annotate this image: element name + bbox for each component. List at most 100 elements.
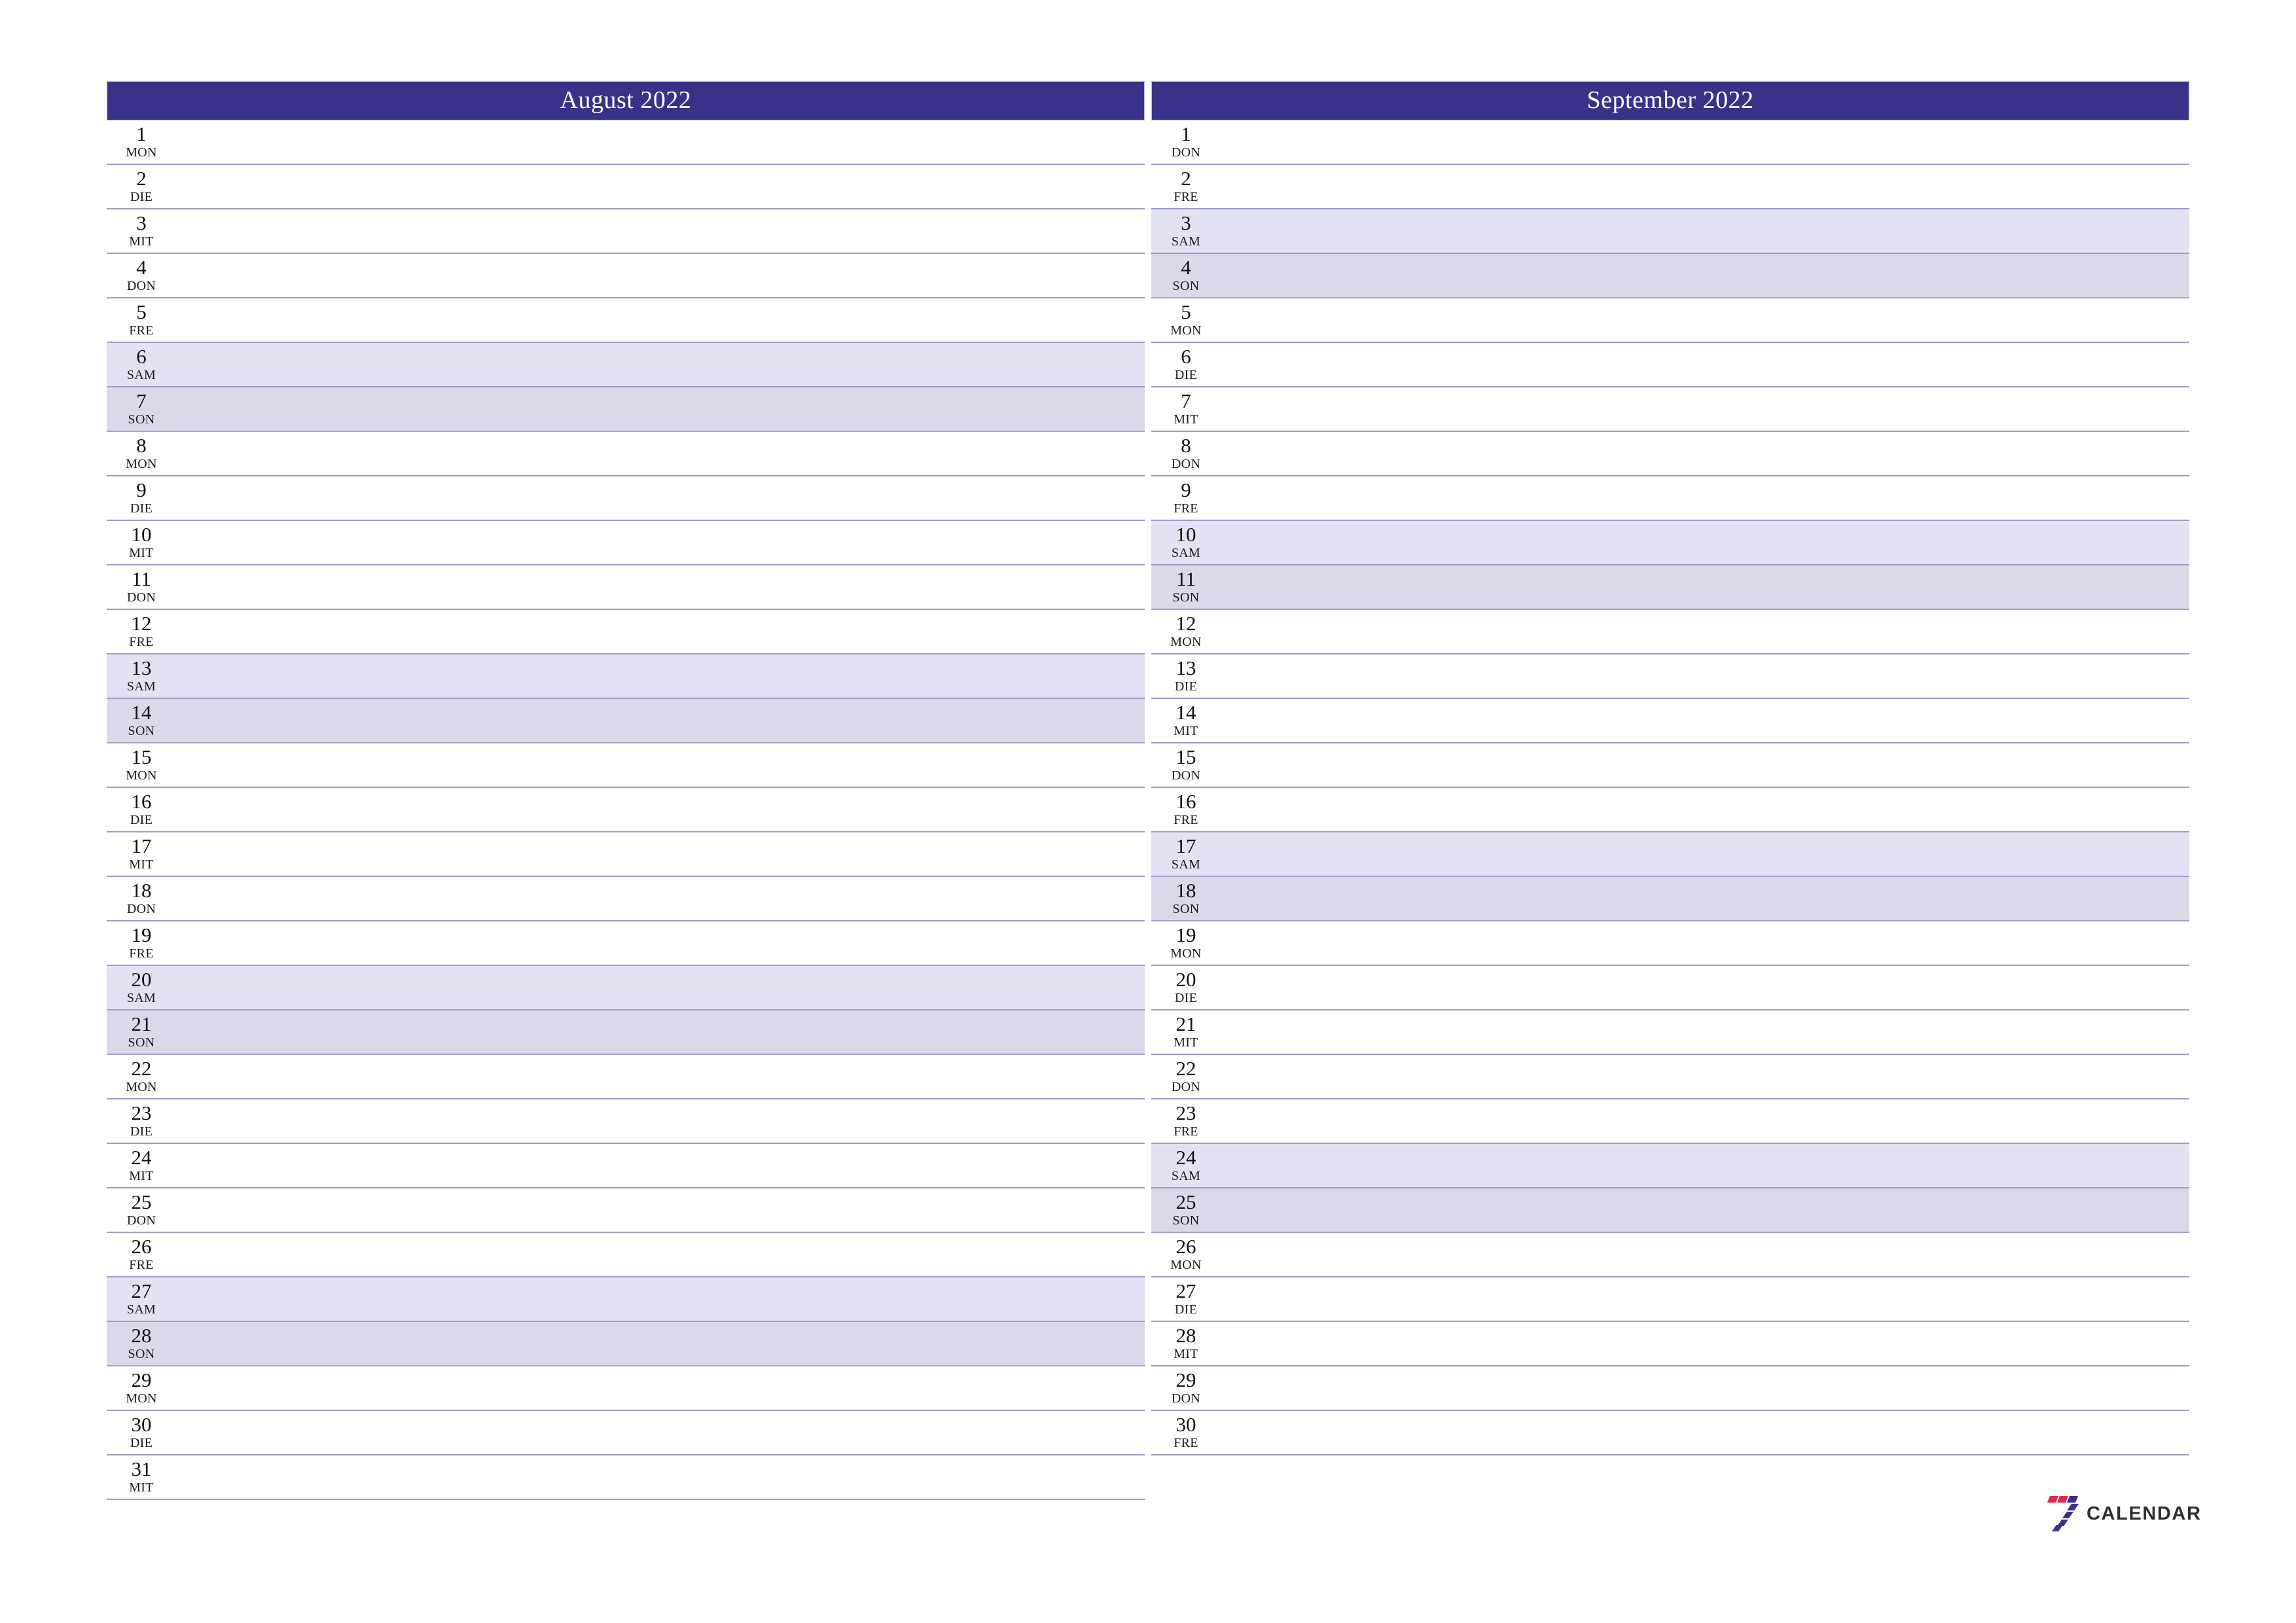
day-row[interactable]: 16 FRE xyxy=(1151,788,2189,832)
day-note-area[interactable] xyxy=(1217,387,2189,431)
day-note-area[interactable] xyxy=(172,565,1145,609)
day-note-area[interactable] xyxy=(1217,788,2189,831)
day-row[interactable]: 4 DON xyxy=(107,254,1145,298)
day-row[interactable]: 17 MIT xyxy=(107,832,1145,877)
day-row[interactable]: 23 FRE xyxy=(1151,1099,2189,1144)
day-row[interactable]: 13 DIE xyxy=(1151,654,2189,699)
day-row[interactable]: 12 MON xyxy=(1151,610,2189,654)
day-row[interactable]: 3 SAM xyxy=(1151,209,2189,254)
day-note-area[interactable] xyxy=(172,1099,1145,1143)
day-row[interactable]: 21 SON xyxy=(107,1010,1145,1055)
day-note-area[interactable] xyxy=(1217,1366,2189,1410)
day-note-area[interactable] xyxy=(172,254,1145,297)
day-note-area[interactable] xyxy=(1217,254,2189,297)
day-row[interactable]: 28 SON xyxy=(107,1322,1145,1366)
day-row[interactable]: 18 DON xyxy=(107,877,1145,921)
day-row[interactable]: 26 FRE xyxy=(107,1233,1145,1277)
day-note-area[interactable] xyxy=(1217,921,2189,965)
day-note-area[interactable] xyxy=(172,610,1145,653)
day-note-area[interactable] xyxy=(172,476,1145,520)
day-note-area[interactable] xyxy=(1217,743,2189,787)
day-note-area[interactable] xyxy=(1217,565,2189,609)
day-row[interactable]: 19 FRE xyxy=(107,921,1145,966)
day-note-area[interactable] xyxy=(172,1411,1145,1454)
day-note-area[interactable] xyxy=(172,832,1145,876)
day-row[interactable]: 2 FRE xyxy=(1151,165,2189,209)
day-row[interactable]: 26 MON xyxy=(1151,1233,2189,1277)
day-note-area[interactable] xyxy=(172,1233,1145,1276)
day-row[interactable]: 6 DIE xyxy=(1151,343,2189,387)
day-row[interactable]: 24 MIT xyxy=(107,1144,1145,1188)
day-row[interactable]: 29 DON xyxy=(1151,1366,2189,1411)
day-row[interactable]: 24 SAM xyxy=(1151,1144,2189,1188)
day-note-area[interactable] xyxy=(1217,521,2189,564)
day-row[interactable]: 30 FRE xyxy=(1151,1411,2189,1455)
day-row[interactable]: 11 SON xyxy=(1151,565,2189,610)
day-row[interactable]: 31 MIT xyxy=(107,1455,1145,1500)
day-note-area[interactable] xyxy=(172,387,1145,431)
day-note-area[interactable] xyxy=(1217,699,2189,742)
day-note-area[interactable] xyxy=(172,966,1145,1009)
day-note-area[interactable] xyxy=(172,432,1145,475)
day-note-area[interactable] xyxy=(172,877,1145,920)
day-note-area[interactable] xyxy=(1217,165,2189,208)
day-row[interactable]: 15 MON xyxy=(107,743,1145,788)
day-row[interactable]: 12 FRE xyxy=(107,610,1145,654)
day-note-area[interactable] xyxy=(172,1055,1145,1098)
day-note-area[interactable] xyxy=(172,743,1145,787)
day-row[interactable]: 14 MIT xyxy=(1151,699,2189,743)
day-note-area[interactable] xyxy=(1217,1055,2189,1098)
day-note-area[interactable] xyxy=(172,1277,1145,1321)
day-row[interactable]: 22 MON xyxy=(107,1055,1145,1099)
day-note-area[interactable] xyxy=(172,209,1145,253)
day-row[interactable]: 16 DIE xyxy=(107,788,1145,832)
day-note-area[interactable] xyxy=(1217,877,2189,920)
day-note-area[interactable] xyxy=(1217,1099,2189,1143)
day-row[interactable]: 25 DON xyxy=(107,1188,1145,1233)
day-note-area[interactable] xyxy=(172,699,1145,742)
day-note-area[interactable] xyxy=(1217,298,2189,342)
day-note-area[interactable] xyxy=(172,921,1145,965)
day-note-area[interactable] xyxy=(1217,343,2189,386)
day-row[interactable]: 7 MIT xyxy=(1151,387,2189,432)
day-row[interactable]: 30 DIE xyxy=(107,1411,1145,1455)
day-row[interactable]: 27 SAM xyxy=(107,1277,1145,1322)
day-note-area[interactable] xyxy=(172,1322,1145,1365)
day-note-area[interactable] xyxy=(172,165,1145,208)
day-row[interactable]: 1 DON xyxy=(1151,120,2189,165)
day-note-area[interactable] xyxy=(1217,1188,2189,1232)
day-note-area[interactable] xyxy=(1217,1322,2189,1365)
day-row[interactable]: 5 FRE xyxy=(107,298,1145,343)
day-row[interactable]: 5 MON xyxy=(1151,298,2189,343)
day-row[interactable]: 10 SAM xyxy=(1151,521,2189,565)
day-row[interactable]: 29 MON xyxy=(107,1366,1145,1411)
day-note-area[interactable] xyxy=(1217,432,2189,475)
day-row[interactable]: 2 DIE xyxy=(107,165,1145,209)
day-row[interactable]: 11 DON xyxy=(107,565,1145,610)
day-note-area[interactable] xyxy=(1217,1144,2189,1187)
day-note-area[interactable] xyxy=(1217,1233,2189,1276)
day-row[interactable]: 15 DON xyxy=(1151,743,2189,788)
day-row[interactable]: 9 DIE xyxy=(107,476,1145,521)
day-note-area[interactable] xyxy=(172,654,1145,698)
day-row[interactable]: 23 DIE xyxy=(107,1099,1145,1144)
day-note-area[interactable] xyxy=(172,788,1145,831)
day-row[interactable]: 20 SAM xyxy=(107,966,1145,1010)
day-row[interactable]: 10 MIT xyxy=(107,521,1145,565)
day-row[interactable]: 28 MIT xyxy=(1151,1322,2189,1366)
day-note-area[interactable] xyxy=(172,120,1145,164)
day-note-area[interactable] xyxy=(1217,654,2189,698)
day-note-area[interactable] xyxy=(172,1366,1145,1410)
day-row[interactable]: 20 DIE xyxy=(1151,966,2189,1010)
day-note-area[interactable] xyxy=(1217,610,2189,653)
day-note-area[interactable] xyxy=(172,298,1145,342)
day-row[interactable]: 13 SAM xyxy=(107,654,1145,699)
day-note-area[interactable] xyxy=(1217,1277,2189,1321)
day-note-area[interactable] xyxy=(172,1144,1145,1187)
day-row[interactable]: 8 DON xyxy=(1151,432,2189,476)
day-note-area[interactable] xyxy=(1217,209,2189,253)
day-row[interactable]: 4 SON xyxy=(1151,254,2189,298)
day-row[interactable]: 19 MON xyxy=(1151,921,2189,966)
day-row[interactable]: 18 SON xyxy=(1151,877,2189,921)
day-row[interactable]: 21 MIT xyxy=(1151,1010,2189,1055)
